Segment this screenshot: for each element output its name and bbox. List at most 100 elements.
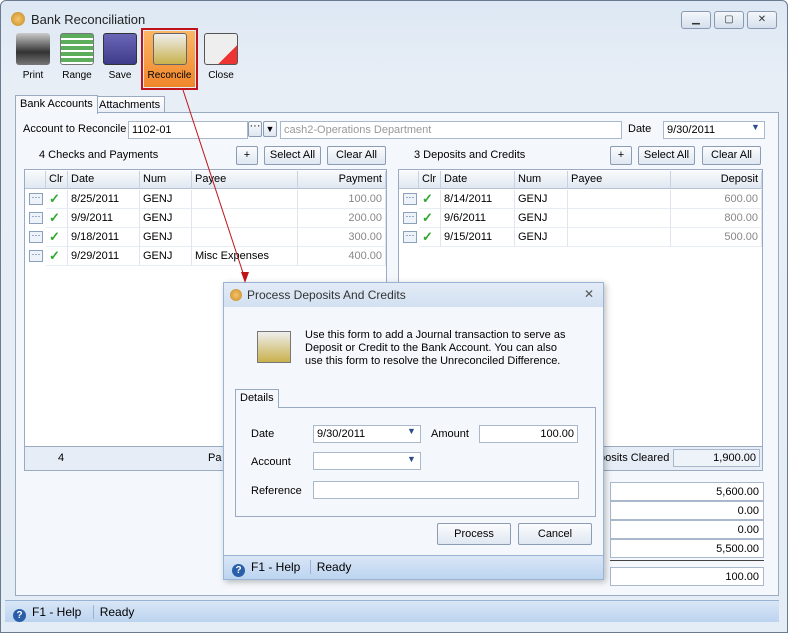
col-clr[interactable]: Clr [46, 171, 68, 189]
table-row[interactable]: ··· ✓ 8/14/2011 GENJ 600.00 [399, 190, 762, 209]
deposits-cleared-total: 1,900.00 [673, 449, 760, 467]
row-detail-button[interactable]: ··· [403, 212, 417, 224]
cell: 8/14/2011 [441, 190, 515, 209]
cell [192, 228, 298, 247]
account-label: Account to Reconcile [23, 123, 127, 135]
col-payment[interactable]: Payment [298, 171, 386, 189]
account-input[interactable]: 1102-01 [128, 121, 248, 139]
cell [192, 190, 298, 209]
add-deposit-button[interactable]: + [610, 146, 632, 165]
cell: 800.00 [671, 209, 762, 228]
cell: GENJ [515, 190, 568, 209]
select-all-checks-button[interactable]: Select All [264, 146, 321, 165]
table-row[interactable]: ··· ✓ 9/9/2011 GENJ 200.00 [25, 209, 386, 228]
cell: 9/15/2011 [441, 228, 515, 247]
tab-details[interactable]: Details [235, 389, 279, 408]
clear-all-deposits-button[interactable]: Clear All [702, 146, 761, 165]
checks-count: 4 [58, 452, 65, 464]
dialog-account-label: Account [251, 456, 291, 468]
difference: 100.00 [610, 567, 764, 586]
print-button[interactable]: Print [11, 31, 55, 87]
dialog-help-link[interactable]: F1 - Help [251, 560, 300, 574]
minimize-button[interactable]: ▁ [681, 11, 711, 29]
help-link[interactable]: F1 - Help [32, 605, 81, 619]
cell: 8/25/2011 [68, 190, 140, 209]
col-date[interactable]: Date [68, 171, 140, 189]
col-deposit[interactable]: Deposit [671, 171, 762, 189]
cancel-button[interactable]: Cancel [518, 523, 592, 545]
row-detail-button[interactable]: ··· [403, 231, 417, 243]
dialog-reference-input[interactable] [313, 481, 579, 499]
row-detail-button[interactable]: ··· [29, 212, 43, 224]
range-button[interactable]: Range [55, 31, 99, 87]
cleared-check-icon[interactable]: ✓ [46, 247, 68, 266]
col-num[interactable]: Num [140, 171, 192, 189]
add-check-button[interactable]: + [236, 146, 258, 165]
dialog-account-select[interactable] [313, 452, 421, 470]
cell: 100.00 [298, 190, 386, 209]
table-row[interactable]: ··· ✓ 9/6/2011 GENJ 800.00 [399, 209, 762, 228]
table-row[interactable]: ··· ✓ 9/15/2011 GENJ 500.00 [399, 228, 762, 247]
cell: GENJ [515, 209, 568, 228]
row-detail-button[interactable]: ··· [29, 193, 43, 205]
range-icon [60, 33, 94, 65]
col-clr[interactable]: Clr [419, 171, 441, 189]
cleared-check-icon[interactable]: ✓ [46, 228, 68, 247]
table-row[interactable]: ··· ✓ 8/25/2011 GENJ 100.00 [25, 190, 386, 209]
dialog-amount-input[interactable]: 100.00 [479, 425, 578, 443]
floppy-icon [103, 33, 137, 65]
cell: GENJ [140, 209, 192, 228]
col-date[interactable]: Date [441, 171, 515, 189]
col-num[interactable]: Num [515, 171, 568, 189]
bank-icon [152, 33, 187, 65]
reconcile-button[interactable]: Reconcile [144, 31, 195, 87]
cell: 600.00 [671, 190, 762, 209]
close-button[interactable]: Close [199, 31, 243, 87]
cleared-check-icon[interactable]: ✓ [419, 228, 441, 247]
dialog-date-input[interactable]: 9/30/2011 [313, 425, 421, 443]
dialog-amount-label: Amount [431, 428, 469, 440]
total-1: 5,600.00 [610, 482, 764, 501]
total-3: 0.00 [610, 520, 764, 539]
dialog-status-text: Ready [309, 560, 352, 574]
cell: GENJ [140, 247, 192, 266]
cell: GENJ [140, 228, 192, 247]
row-detail-button[interactable]: ··· [403, 193, 417, 205]
col-payee[interactable]: Payee [568, 171, 671, 189]
select-all-deposits-button[interactable]: Select All [638, 146, 695, 165]
chevron-down-icon[interactable]: ▼ [751, 122, 760, 132]
checks-footer-label: Pa [208, 452, 222, 464]
cleared-check-icon[interactable]: ✓ [419, 190, 441, 209]
dialog-close-icon[interactable]: ✕ [584, 287, 594, 301]
col-payee[interactable]: Payee [192, 171, 298, 189]
cell: 200.00 [298, 209, 386, 228]
process-button[interactable]: Process [437, 523, 511, 545]
close-window-button[interactable]: ✕ [747, 11, 777, 29]
printer-icon [16, 33, 50, 65]
account-description: cash2-Operations Department [280, 121, 622, 139]
cell: 9/6/2011 [441, 209, 515, 228]
account-dropdown-button[interactable]: ▼ [263, 121, 277, 137]
row-detail-button[interactable]: ··· [29, 250, 43, 262]
table-row[interactable]: ··· ✓ 9/29/2011 GENJ Misc Expenses 400.00 [25, 247, 386, 266]
cell [568, 190, 671, 209]
save-button[interactable]: Save [98, 31, 142, 87]
cleared-check-icon[interactable]: ✓ [46, 209, 68, 228]
table-row[interactable]: ··· ✓ 9/18/2011 GENJ 300.00 [25, 228, 386, 247]
account-lookup-button[interactable]: ··· [248, 121, 262, 137]
cell: GENJ [515, 228, 568, 247]
bank-reconciliation-window: Bank Reconciliation ▁ ▢ ✕ Print Range Sa… [0, 0, 788, 633]
row-detail-button[interactable]: ··· [29, 231, 43, 243]
tab-bank-accounts[interactable]: Bank Accounts [15, 95, 98, 114]
cell [568, 209, 671, 228]
dialog-status-bar: ? F1 - Help Ready [224, 555, 603, 579]
chevron-down-icon[interactable]: ▼ [407, 454, 416, 464]
date-input[interactable]: 9/30/2011 [663, 121, 765, 139]
cleared-check-icon[interactable]: ✓ [419, 209, 441, 228]
clear-all-checks-button[interactable]: Clear All [327, 146, 386, 165]
cell: GENJ [140, 190, 192, 209]
chevron-down-icon[interactable]: ▼ [407, 426, 416, 436]
cleared-check-icon[interactable]: ✓ [46, 190, 68, 209]
deposits-cleared-label: posits Cleared [599, 452, 670, 464]
maximize-button[interactable]: ▢ [714, 11, 744, 29]
